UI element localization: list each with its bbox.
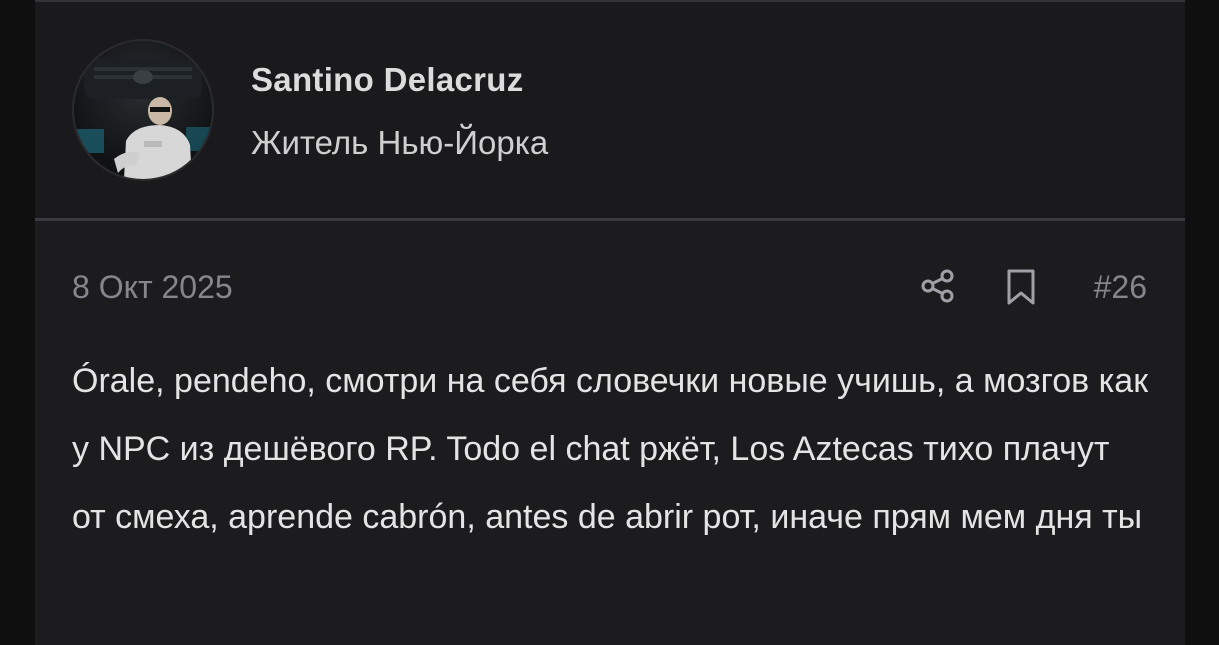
character-avatar-icon [74, 59, 212, 179]
post-body: Órale, pendeho, смотри на себя словечки … [72, 362, 1149, 536]
bookmark-icon[interactable] [1005, 268, 1037, 306]
author-title: Житель Нью-Йорка [251, 124, 549, 161]
author-avatar[interactable] [72, 39, 214, 181]
post-number[interactable]: #26 [1094, 269, 1147, 306]
author-name[interactable]: Santino Delacruz [251, 61, 524, 99]
post-card: Santino Delacruz Житель Нью-Йорка 8 Окт … [35, 0, 1185, 645]
share-icon[interactable] [920, 268, 956, 304]
post-date[interactable]: 8 Окт 2025 [72, 269, 233, 306]
author-block: Santino Delacruz Житель Нью-Йорка [35, 2, 1185, 219]
page: Santino Delacruz Житель Нью-Йорка 8 Окт … [0, 0, 1219, 645]
divider [35, 218, 1185, 221]
